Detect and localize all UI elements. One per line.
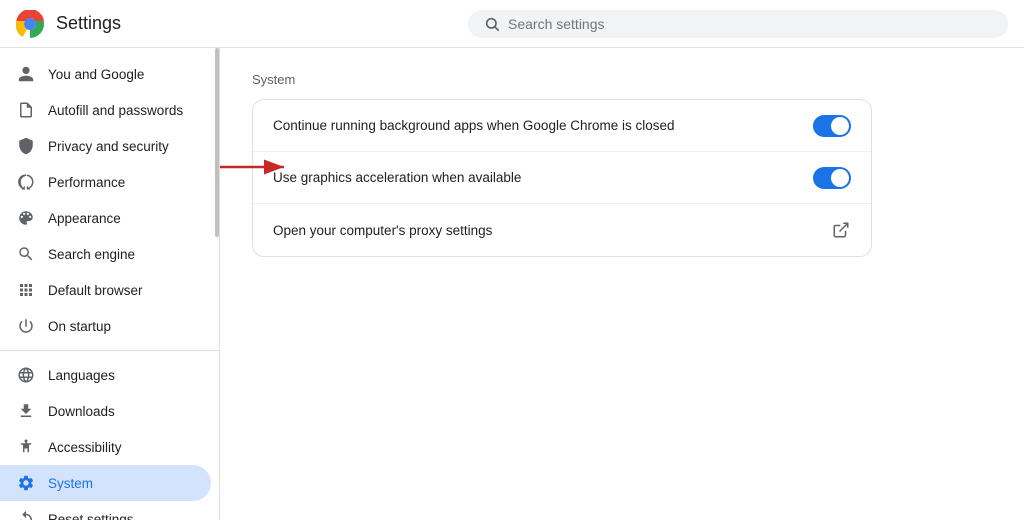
sidebar-item-languages[interactable]: Languages bbox=[0, 357, 211, 393]
browser-icon bbox=[16, 280, 36, 300]
chrome-logo-icon bbox=[16, 10, 44, 38]
background-apps-label: Continue running background apps when Go… bbox=[273, 118, 801, 133]
performance-icon bbox=[16, 172, 36, 192]
sidebar-item-search-engine[interactable]: Search engine bbox=[0, 236, 211, 272]
search-bar[interactable] bbox=[468, 10, 1008, 38]
sidebar-item-on-startup[interactable]: On startup bbox=[0, 308, 211, 344]
proxy-settings-row[interactable]: Open your computer's proxy settings bbox=[253, 204, 871, 256]
page-title: Settings bbox=[56, 13, 121, 34]
sidebar-item-autofill[interactable]: Autofill and passwords bbox=[0, 92, 211, 128]
settings-card: Continue running background apps when Go… bbox=[252, 99, 872, 257]
globe-icon bbox=[16, 365, 36, 385]
sidebar-label-languages: Languages bbox=[48, 368, 115, 383]
shield-icon bbox=[16, 136, 36, 156]
section-title: System bbox=[252, 72, 992, 87]
sidebar-label-performance: Performance bbox=[48, 175, 125, 190]
sidebar-label-accessibility: Accessibility bbox=[48, 440, 122, 455]
sidebar-item-reset-settings[interactable]: Reset settings bbox=[0, 501, 211, 520]
sidebar-item-privacy[interactable]: Privacy and security bbox=[0, 128, 211, 164]
sidebar-divider bbox=[0, 350, 219, 351]
system-icon bbox=[16, 473, 36, 493]
sidebar-label-system: System bbox=[48, 476, 93, 491]
proxy-settings-label: Open your computer's proxy settings bbox=[273, 223, 819, 238]
main-layout: You and Google Autofill and passwords Pr… bbox=[0, 48, 1024, 520]
sidebar-item-accessibility[interactable]: Accessibility bbox=[0, 429, 211, 465]
search-icon bbox=[484, 16, 500, 32]
content-area: System Continue running background apps … bbox=[220, 48, 1024, 520]
background-apps-row: Continue running background apps when Go… bbox=[253, 100, 871, 152]
arrow-2 bbox=[220, 157, 294, 177]
person-icon bbox=[16, 64, 36, 84]
graphics-acceleration-row: Use graphics acceleration when available bbox=[253, 152, 871, 204]
reset-icon bbox=[16, 509, 36, 520]
scrollbar[interactable] bbox=[215, 48, 219, 237]
graphics-acceleration-toggle[interactable] bbox=[813, 167, 851, 189]
background-apps-toggle[interactable] bbox=[813, 115, 851, 137]
sidebar-label-search-engine: Search engine bbox=[48, 247, 135, 262]
startup-icon bbox=[16, 316, 36, 336]
sidebar-item-performance[interactable]: Performance bbox=[0, 164, 211, 200]
sidebar: You and Google Autofill and passwords Pr… bbox=[0, 48, 220, 520]
sidebar-label-appearance: Appearance bbox=[48, 211, 121, 226]
search-engine-icon bbox=[16, 244, 36, 264]
sidebar-label-privacy: Privacy and security bbox=[48, 139, 169, 154]
sidebar-item-system[interactable]: System bbox=[0, 465, 211, 501]
search-input[interactable] bbox=[508, 16, 992, 32]
sidebar-item-default-browser[interactable]: Default browser bbox=[0, 272, 211, 308]
sidebar-item-you-and-google[interactable]: You and Google bbox=[0, 56, 211, 92]
sidebar-item-appearance[interactable]: Appearance bbox=[0, 200, 211, 236]
sidebar-label-you-and-google: You and Google bbox=[48, 67, 144, 82]
sidebar-label-downloads: Downloads bbox=[48, 404, 115, 419]
graphics-acceleration-label: Use graphics acceleration when available bbox=[273, 170, 801, 185]
external-link-icon bbox=[831, 220, 851, 240]
sidebar-label-autofill: Autofill and passwords bbox=[48, 103, 183, 118]
sidebar-label-reset-settings: Reset settings bbox=[48, 512, 134, 520]
autofill-icon bbox=[16, 100, 36, 120]
download-icon bbox=[16, 401, 36, 421]
toggle-knob bbox=[831, 117, 849, 135]
sidebar-item-downloads[interactable]: Downloads bbox=[0, 393, 211, 429]
header: Settings bbox=[0, 0, 1024, 48]
sidebar-label-on-startup: On startup bbox=[48, 319, 111, 334]
accessibility-icon bbox=[16, 437, 36, 457]
palette-icon bbox=[16, 208, 36, 228]
sidebar-label-default-browser: Default browser bbox=[48, 283, 143, 298]
toggle-knob-2 bbox=[831, 169, 849, 187]
